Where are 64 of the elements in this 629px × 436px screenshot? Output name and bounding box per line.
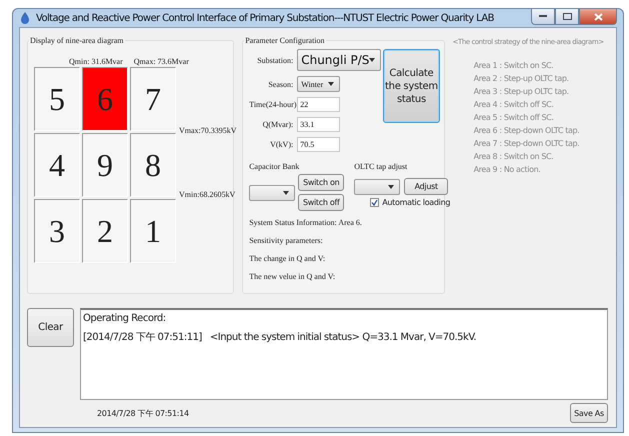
- strategy-item: Area 5 : Switch off SC.: [474, 113, 554, 122]
- app-icon: [19, 11, 31, 25]
- season-dropdown[interactable]: Winter: [297, 76, 340, 92]
- value-field[interactable]: 70.5: [297, 137, 340, 152]
- status-text: The change in Q and V:: [249, 254, 326, 263]
- qmax-label: Qmax: 73.6Mvar: [134, 57, 189, 66]
- save-as-button[interactable]: Save As: [570, 403, 608, 423]
- status-text: Sensitivity parameters:: [249, 236, 324, 245]
- area-cell: 2: [82, 199, 128, 263]
- switch-button[interactable]: Switch off: [298, 194, 344, 211]
- caret-icon: [369, 58, 376, 62]
- substation-dropdown[interactable]: Chungli P/S: [297, 49, 382, 71]
- area-cell: 1: [130, 199, 176, 263]
- calculate-button[interactable]: Calculate the system status: [383, 49, 440, 123]
- capacitor-dropdown[interactable]: [249, 184, 296, 200]
- strategy-item: Area 3 : Step-up OLTC tap.: [474, 87, 570, 96]
- check-icon: [371, 199, 378, 206]
- area-cell: 8: [130, 133, 176, 197]
- window-title: Voltage and Reactive Power Control Interface of Primary Substation---NTUST Electric Power Quarity LAB: [36, 12, 495, 24]
- panel-title: Display of nine-area diagram: [29, 36, 125, 45]
- timestamp: 2014/7/28 下午 07:51:14: [97, 408, 189, 418]
- area-cell: 4: [34, 133, 80, 197]
- value-field[interactable]: 22: [297, 97, 340, 112]
- panel-title: Parameter Configuration: [244, 36, 326, 45]
- strategy-item: Area 2 : Step-up OLTC tap.: [474, 74, 570, 83]
- automatic-loading-checkbox[interactable]: [370, 198, 380, 207]
- status-text: The new velue in Q and V:: [249, 272, 336, 281]
- oltc-label: OLTC tap adjust: [354, 162, 408, 171]
- value-field[interactable]: 33.1: [297, 117, 340, 132]
- switch-button[interactable]: Switch on: [298, 174, 344, 191]
- strategy-item: Area 7 : Step-down OLTC tap.: [474, 139, 580, 148]
- minimize-icon: [539, 15, 547, 18]
- vmax-label: Vmax:70.3395kV: [179, 126, 237, 135]
- record-line: Operating Record:: [83, 313, 167, 324]
- field-label: Season:: [267, 80, 294, 88]
- strategy-item: Area 9 : No action.: [474, 165, 542, 174]
- area-cell: 6: [82, 67, 128, 131]
- vmin-label: Vmin:68.2605kV: [179, 190, 236, 199]
- area-cell: 9: [82, 133, 128, 197]
- close-button[interactable]: [579, 9, 617, 25]
- caret-icon: [328, 82, 334, 86]
- field-label: Substation:: [256, 56, 294, 64]
- field-label: V(kV):: [269, 140, 294, 149]
- automatic-loading-label: Automatic loading: [382, 198, 450, 207]
- capacitor-bank-label: Capacitor Bank: [249, 162, 300, 171]
- strategy-item: Area 1 : Switch on SC.: [474, 61, 554, 70]
- maximize-button[interactable]: [555, 9, 579, 25]
- clear-button[interactable]: Clear: [27, 308, 74, 347]
- caret-icon: [283, 190, 290, 194]
- close-icon: [594, 12, 602, 20]
- strategy-item: Area 8 : Switch on SC.: [474, 152, 554, 161]
- record-line: [2014/7/28 下午 07:51:11] <Input the system initial status> Q=33.1 Mvar, V=70.5kV.: [83, 331, 478, 344]
- status-text: System Status Information: Area 6.: [249, 218, 363, 227]
- area-cell: 5: [34, 67, 80, 131]
- area-cell: 3: [34, 199, 80, 263]
- adjust-button[interactable]: Adjust: [404, 178, 448, 195]
- minimize-button[interactable]: [531, 9, 555, 25]
- caret-icon: [388, 184, 394, 188]
- maximize-icon: [562, 13, 572, 20]
- qmin-label: Qmin: 31.6Mvar: [69, 57, 123, 66]
- area-cell: 7: [130, 67, 176, 131]
- strategy-item: Area 6 : Step-down OLTC tap.: [474, 126, 580, 135]
- strategy-item: Area 4 : Switch off SC.: [474, 100, 554, 109]
- field-label: Q(Mvar):: [262, 120, 294, 129]
